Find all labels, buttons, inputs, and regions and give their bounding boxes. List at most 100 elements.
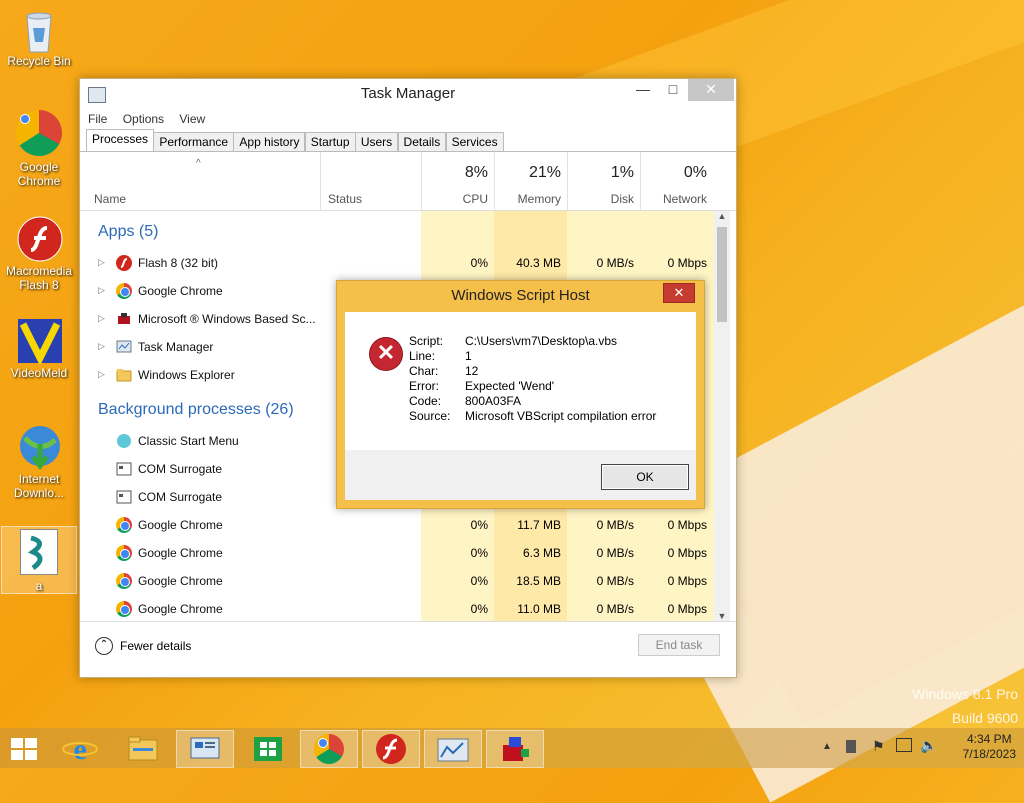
process-name: Flash 8 (32 bit) <box>138 256 219 270</box>
network-icon[interactable] <box>896 738 912 752</box>
menu-file[interactable]: File <box>88 109 107 129</box>
end-task-button[interactable]: End task <box>638 634 720 656</box>
start-button[interactable] <box>0 730 48 766</box>
maximize-button[interactable]: □ <box>658 79 688 101</box>
flag-icon[interactable]: ⚑ <box>872 738 885 755</box>
taskbar-control-panel[interactable] <box>176 730 234 768</box>
footer-bar: ⌃ Fewer details End task <box>80 621 736 677</box>
network-percent[interactable]: 0% <box>640 164 707 182</box>
show-hidden-icons-icon[interactable]: ▲ <box>822 741 832 752</box>
tab-services[interactable]: Services <box>445 132 504 151</box>
clock-date: 7/18/2023 <box>962 747 1016 761</box>
chrome-icon <box>116 517 132 533</box>
desktop-icon-recycle-bin[interactable]: Recycle Bin <box>2 6 76 68</box>
desktop-icon-label: Macromedia Flash 8 <box>5 264 73 292</box>
column-network[interactable]: Network <box>640 192 707 206</box>
cpu-value: 0% <box>470 546 488 560</box>
file-explorer-icon <box>128 736 158 761</box>
windows-build-watermark: Build 9600 <box>951 710 1018 726</box>
desktop-icon-a-vbs[interactable]: a <box>1 526 77 594</box>
dialog-close-button[interactable]: ✕ <box>663 283 695 303</box>
network-value: 0 Mbps <box>667 256 707 270</box>
ok-button[interactable]: OK <box>601 464 689 490</box>
process-name: Google Chrome <box>138 284 223 298</box>
script-file-icon <box>20 529 58 575</box>
taskbar-file-explorer[interactable] <box>115 730 171 766</box>
desktop-icon-flash[interactable]: Macromedia Flash 8 <box>2 216 76 292</box>
desktop-icon-idm[interactable]: Internet Downlo... <box>2 424 76 500</box>
field-label: Line: <box>409 349 436 363</box>
chrome-icon <box>116 283 132 299</box>
com-surrogate-icon <box>116 462 132 476</box>
clock-time: 4:34 PM <box>966 732 1012 746</box>
internet-explorer-icon: e <box>62 733 98 766</box>
disk-value: 0 MB/s <box>596 518 634 532</box>
menu-view[interactable]: View <box>179 109 205 129</box>
column-name[interactable]: Name <box>94 192 126 206</box>
network-value: 0 Mbps <box>667 518 707 532</box>
disk-value: 0 MB/s <box>596 602 634 616</box>
field-label: Code: <box>409 394 442 408</box>
column-disk[interactable]: Disk <box>567 192 634 206</box>
network-value: 0 Mbps <box>667 602 707 616</box>
dialog-body: ✕ Script: C:\Users\vm7\Desktop\a.vbs Line… <box>345 312 696 500</box>
taskbar-script-host[interactable] <box>486 730 544 768</box>
tab-processes[interactable]: Processes <box>86 129 155 151</box>
field-value: C:\Users\vm7\Desktop\a.vbs <box>465 334 618 348</box>
tab-details[interactable]: Details <box>397 132 447 151</box>
clock[interactable]: 4:34 PM 7/18/2023 <box>963 732 1016 762</box>
action-center-icon[interactable] <box>846 740 856 753</box>
disk-percent[interactable]: 1% <box>567 164 634 182</box>
process-name: Windows Explorer <box>138 368 235 382</box>
menu-options[interactable]: Options <box>123 109 164 129</box>
table-row[interactable]: Google Chrome 0% 11.7 MB 0 MB/s 0 Mbps <box>80 511 714 539</box>
desktop-icon-chrome[interactable]: Google Chrome <box>2 110 76 188</box>
tab-performance[interactable]: Performance <box>153 132 235 151</box>
field-label: Source: <box>409 409 451 423</box>
table-row[interactable]: Google Chrome 0% 18.5 MB 0 MB/s 0 Mbps <box>80 567 714 595</box>
process-name: COM Surrogate <box>138 490 223 504</box>
windows-logo-icon <box>11 738 37 760</box>
dialog-title[interactable]: Windows Script Host <box>337 281 704 311</box>
desktop-icon-videomeld[interactable]: VideoMeld <box>2 318 76 380</box>
table-row[interactable]: ▷ Flash 8 (32 bit) 0% 40.3 MB 0 MB/s 0 M… <box>80 249 714 277</box>
memory-value: 40.3 MB <box>516 256 561 270</box>
volume-muted-icon[interactable]: 🔈 <box>920 737 937 754</box>
task-manager-icon <box>116 340 132 353</box>
column-status[interactable]: Status <box>328 192 362 206</box>
tab-startup[interactable]: Startup <box>304 132 356 151</box>
expand-arrow-icon[interactable]: ▷ <box>98 313 105 324</box>
vertical-scrollbar[interactable]: ▲ ▼ <box>714 211 730 621</box>
fewer-details-link[interactable]: Fewer details <box>120 639 191 653</box>
taskbar-flash[interactable] <box>362 730 420 768</box>
taskbar: e ▲ ⚑ 🔈 4:34 PM 7/18/2023 <box>0 728 1024 768</box>
taskbar-store[interactable] <box>240 730 296 766</box>
column-cpu[interactable]: CPU <box>422 192 488 206</box>
tab-users[interactable]: Users <box>354 132 399 151</box>
expand-arrow-icon[interactable]: ▷ <box>98 285 105 296</box>
close-button[interactable]: ✕ <box>688 79 734 101</box>
scroll-up-icon[interactable]: ▲ <box>714 211 730 221</box>
process-name: Microsoft ® Windows Based Sc... <box>138 312 316 326</box>
title-bar[interactable]: Task Manager — □ ✕ <box>80 79 736 109</box>
table-row[interactable]: Google Chrome 0% 11.0 MB 0 MB/s 0 Mbps <box>80 595 714 621</box>
minimize-button[interactable]: — <box>628 79 658 101</box>
group-background-header[interactable]: Background processes (26) <box>98 401 294 419</box>
taskbar-chrome[interactable] <box>300 730 358 768</box>
group-apps-header[interactable]: Apps (5) <box>98 223 158 241</box>
scroll-down-icon[interactable]: ▼ <box>714 611 730 621</box>
table-row[interactable]: Google Chrome 0% 6.3 MB 0 MB/s 0 Mbps <box>80 539 714 567</box>
taskbar-task-manager[interactable] <box>424 730 482 768</box>
chevron-up-icon[interactable]: ⌃ <box>95 637 113 655</box>
taskbar-internet-explorer[interactable]: e <box>52 730 108 766</box>
cpu-percent[interactable]: 8% <box>422 164 488 182</box>
tab-app-history[interactable]: App history <box>233 132 306 151</box>
memory-percent[interactable]: 21% <box>494 164 561 182</box>
expand-arrow-icon[interactable]: ▷ <box>98 257 105 268</box>
expand-arrow-icon[interactable]: ▷ <box>98 341 105 352</box>
scrollbar-thumb[interactable] <box>717 227 727 322</box>
desktop-icon-label: Internet Downlo... <box>13 472 65 500</box>
expand-arrow-icon[interactable]: ▷ <box>98 369 105 380</box>
error-icon: ✕ <box>369 337 403 371</box>
column-memory[interactable]: Memory <box>494 192 561 206</box>
